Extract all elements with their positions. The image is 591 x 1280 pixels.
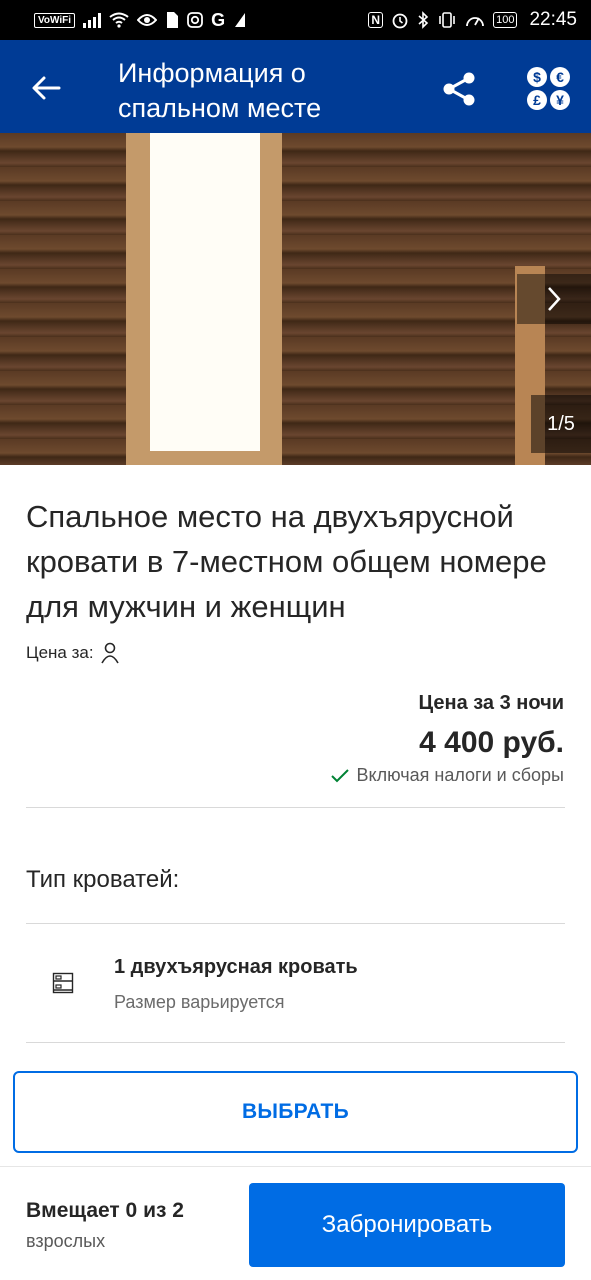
currency-dollar: $ <box>527 67 547 87</box>
currency-euro: € <box>550 67 570 87</box>
currency-button[interactable]: $ € £ ¥ <box>524 64 572 112</box>
currency-yen: ¥ <box>550 90 570 110</box>
arrow-left-icon <box>32 76 61 100</box>
capacity-title: Вмещает 0 из 2 <box>26 1199 184 1222</box>
price-label: Цена за 3 ночи <box>418 692 564 714</box>
chevron-right-icon <box>548 287 561 311</box>
price-for: Цена за: <box>26 642 120 664</box>
taxes-note: Включая налоги и сборы <box>330 765 564 786</box>
page-title: Информация о спальном месте <box>118 58 322 123</box>
bed-type-label: Тип кроватей: <box>26 866 180 893</box>
room-photo[interactable]: 1/5 <box>0 133 591 465</box>
currency-pound: £ <box>527 90 547 110</box>
status-time: 22:45 <box>529 9 577 30</box>
battery-icon: 100 <box>493 12 518 28</box>
bed-name: 1 двухъярусная кровать <box>114 956 358 978</box>
share-icon <box>443 72 475 106</box>
bed-size: Размер варьируется <box>114 992 285 1012</box>
price-value: 4 400 руб. <box>419 726 564 759</box>
back-button[interactable] <box>26 68 66 108</box>
status-bar-right: N 100 22:45 <box>368 9 577 31</box>
divider <box>26 1042 565 1043</box>
status-bar-left: VoWiFi G <box>34 10 247 31</box>
divider <box>26 807 565 808</box>
app-bar: Информация о спальном месте $ € £ ¥ <box>0 40 591 133</box>
bluetooth-icon <box>418 11 429 29</box>
speed-icon <box>466 17 484 27</box>
sim-icon <box>167 12 179 28</box>
vibrate-icon <box>439 12 455 28</box>
taxes-text: Включая налоги и сборы <box>356 765 564 785</box>
photo-window <box>150 133 260 451</box>
alarm-icon <box>392 13 408 29</box>
nfc-icon: N <box>368 12 384 28</box>
select-button[interactable]: ВЫБРАТЬ <box>13 1071 578 1153</box>
bottom-bar: Вмещает 0 из 2 взрослых Забронировать <box>0 1166 591 1280</box>
app-icon <box>235 13 246 27</box>
instagram-icon <box>187 12 203 28</box>
next-photo-button[interactable] <box>517 274 591 324</box>
bunk-bed-icon <box>52 972 74 994</box>
google-icon: G <box>211 9 226 30</box>
status-bar: VoWiFi G N 100 22:45 <box>0 0 591 40</box>
share-button[interactable] <box>436 66 482 112</box>
check-icon <box>330 768 349 782</box>
capacity-subtitle: взрослых <box>26 1231 106 1251</box>
price-for-label: Цена за: <box>26 643 94 662</box>
signal-icon <box>83 12 102 28</box>
divider <box>26 923 565 924</box>
wifi-icon <box>109 12 129 28</box>
photo-counter: 1/5 <box>531 395 591 453</box>
vowifi-badge: VoWiFi <box>34 12 76 28</box>
book-button[interactable]: Забронировать <box>249 1183 565 1267</box>
eye-icon <box>137 14 158 26</box>
person-icon <box>100 642 119 664</box>
room-title: Спальное место на двухъярусной кровати в… <box>26 499 547 624</box>
